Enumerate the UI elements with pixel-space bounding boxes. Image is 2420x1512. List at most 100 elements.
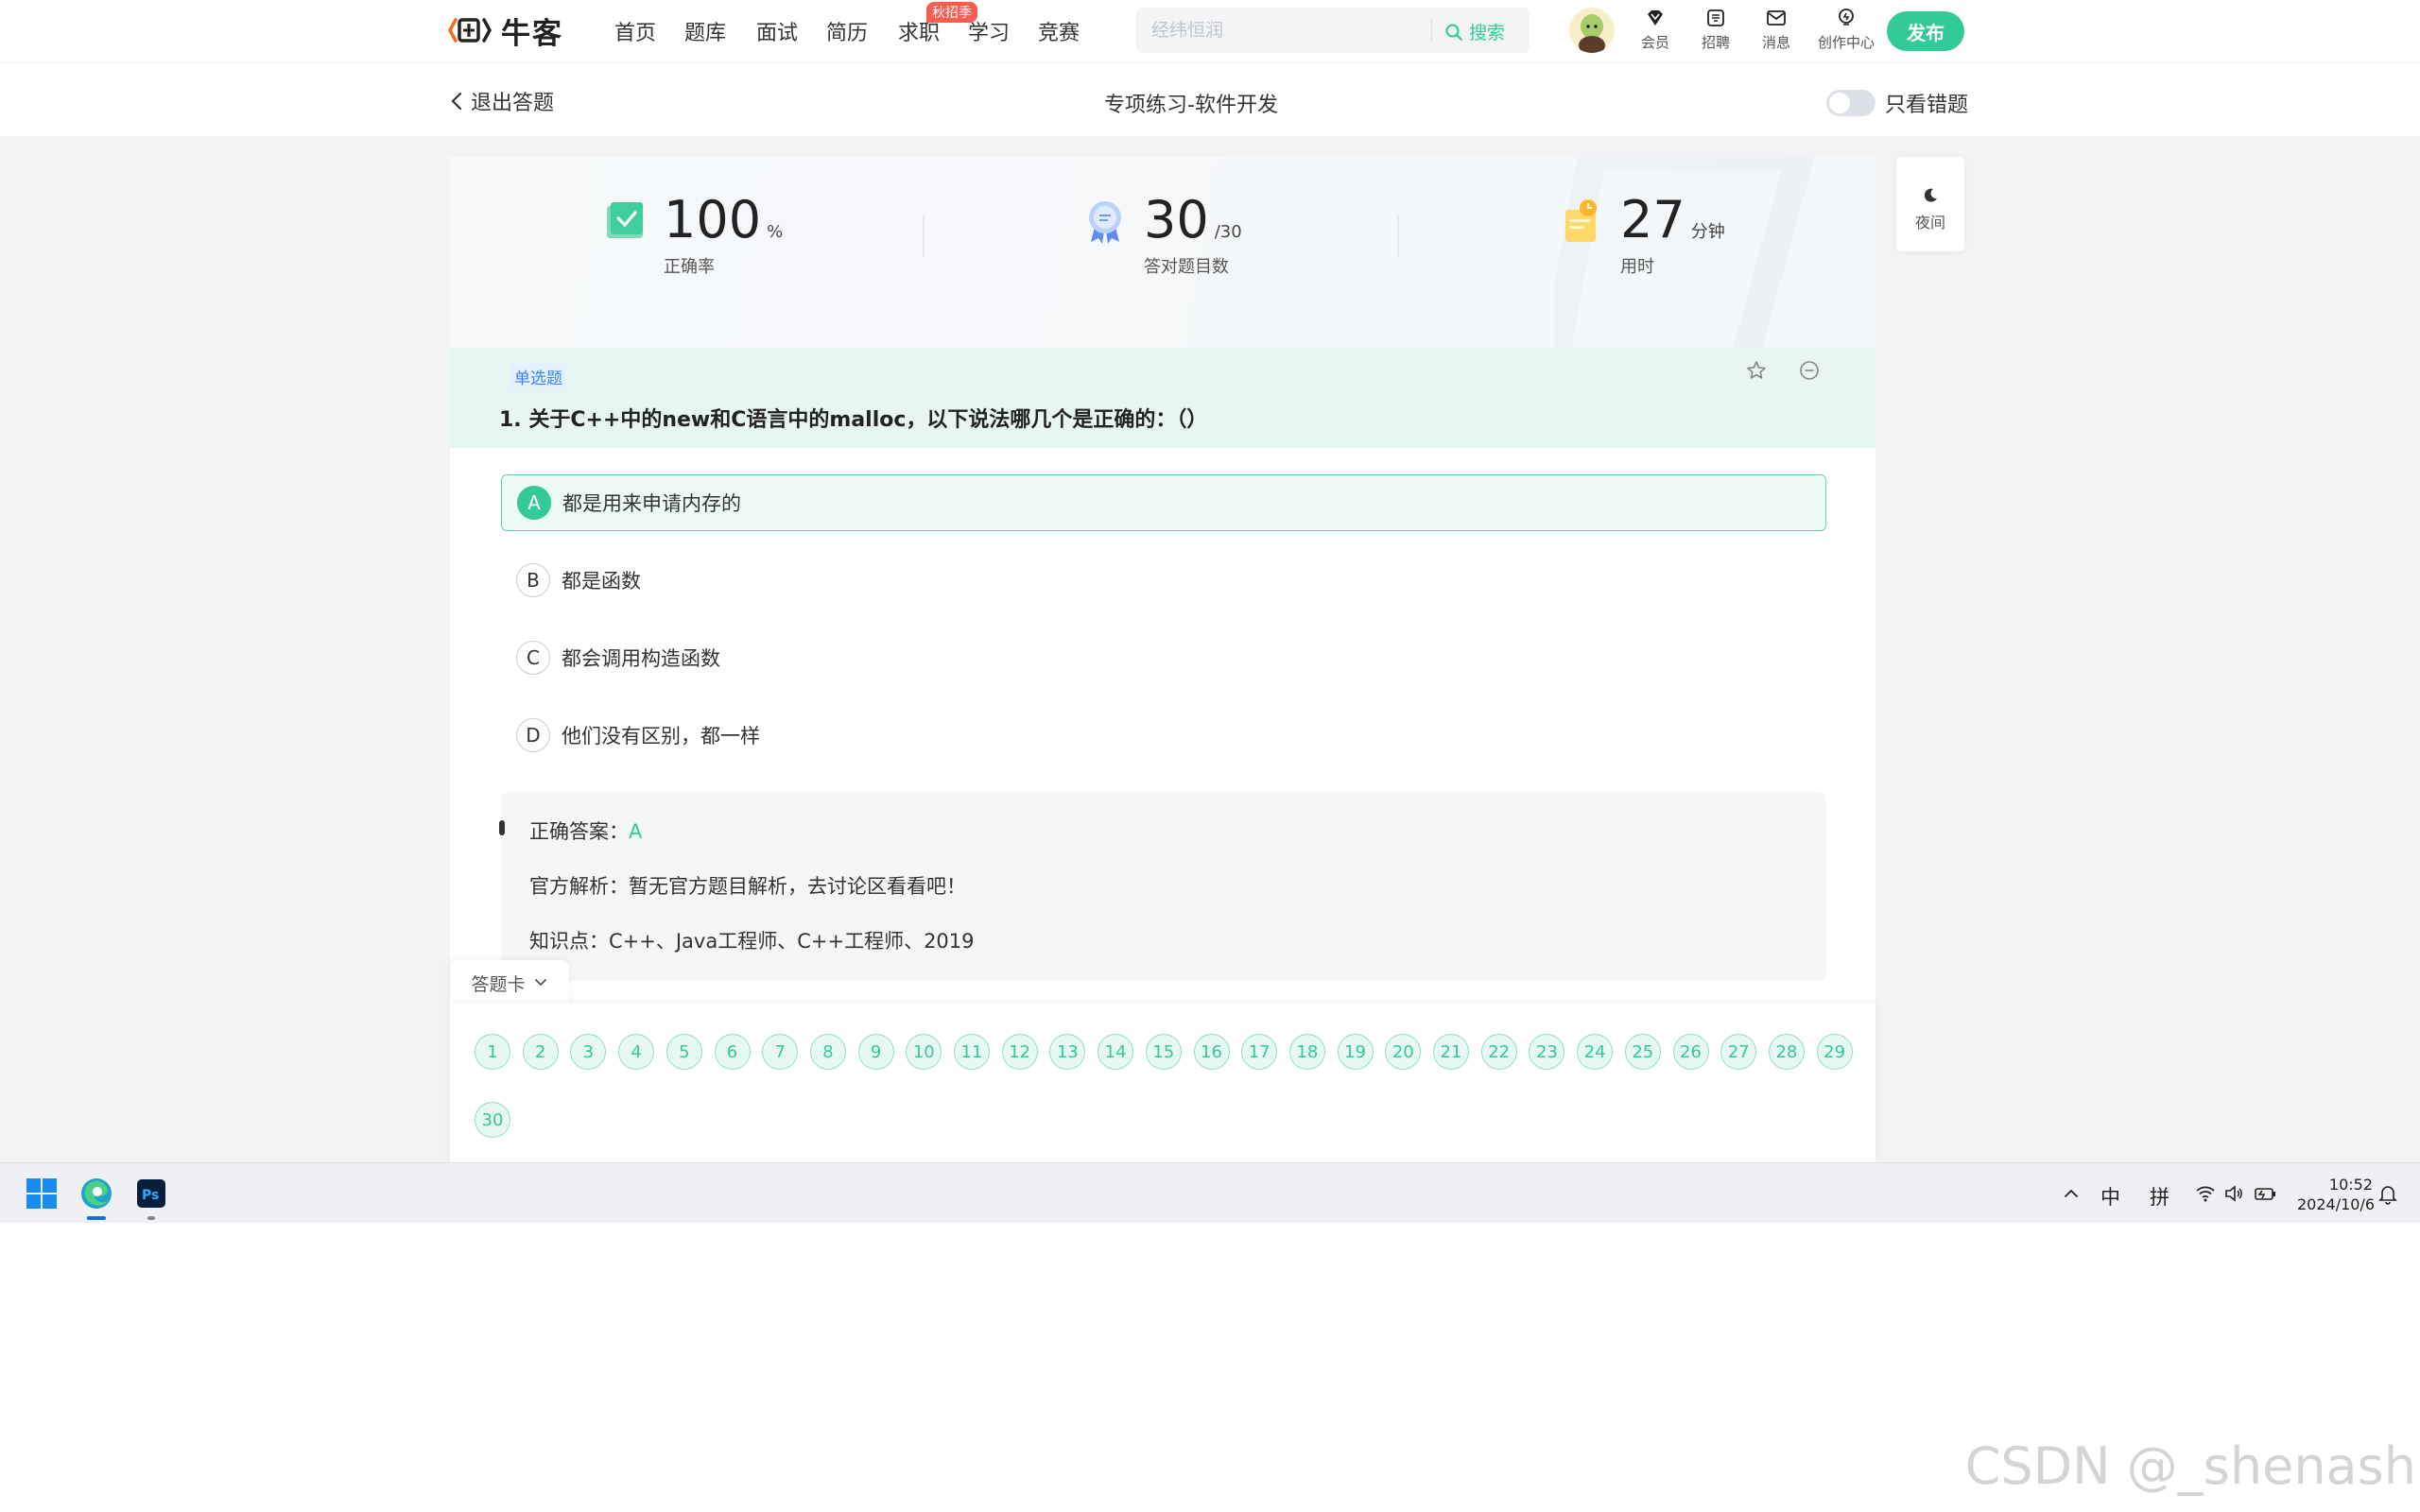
answer-card-number[interactable]: 29 — [1816, 1034, 1853, 1070]
ime-chinese-indicator[interactable]: 中 — [2100, 1182, 2120, 1211]
answer-card-number[interactable]: 20 — [1385, 1034, 1422, 1070]
time-used-value: 27 — [1620, 190, 1685, 249]
photoshop-icon[interactable]: Ps — [136, 1178, 166, 1209]
result-stats: 100% 正确率 30/30 答对题目数 27 分钟 用时 — [450, 157, 1876, 348]
edge-browser-icon[interactable] — [79, 1177, 113, 1211]
mail-icon — [1767, 10, 1786, 26]
nav-resume[interactable]: 简历 — [826, 16, 868, 46]
wrong-only-toggle[interactable]: 只看错题 — [1826, 88, 1968, 118]
nav-question-bank[interactable]: 题库 — [684, 16, 726, 46]
recruit-icon — [1707, 9, 1724, 26]
answer-card-number[interactable]: 2 — [522, 1034, 559, 1070]
logo[interactable]: 牛客 — [448, 11, 563, 51]
option-text: 都会调用构造函数 — [562, 647, 720, 670]
stat-correct-count: 30/30 答对题目数 — [1080, 195, 1242, 278]
chevron-up-icon[interactable] — [2063, 1186, 2080, 1201]
nav-contest[interactable]: 竞赛 — [1038, 16, 1080, 46]
browser-viewport: 牛客 首页 题库 面试 简历 求职 秋招季 学习 竞赛 搜索 — [0, 0, 2420, 1223]
question-type-tag: 单选题 — [510, 363, 566, 390]
night-mode-button[interactable]: 夜间 — [1896, 157, 1964, 251]
option-letter: A — [517, 486, 551, 520]
answer-card-number[interactable]: 24 — [1577, 1034, 1614, 1070]
answer-card-number[interactable]: 8 — [809, 1034, 846, 1070]
avatar[interactable] — [1569, 8, 1615, 53]
wifi-icon[interactable] — [2195, 1184, 2216, 1203]
windows-start-icon[interactable] — [25, 1177, 59, 1211]
ime-pinyin-indicator[interactable]: 拼 — [2150, 1182, 2169, 1211]
nav-interview[interactable]: 面试 — [756, 16, 798, 46]
answer-card-number[interactable]: 21 — [1433, 1034, 1469, 1070]
publish-button[interactable]: 发布 — [1887, 11, 1964, 51]
answer-card-number[interactable]: 1 — [475, 1034, 510, 1070]
search-input[interactable] — [1151, 17, 1426, 43]
answer-card-number[interactable]: 7 — [762, 1034, 799, 1070]
recruit-label: 招聘 — [1701, 34, 1730, 51]
option-letter: D — [516, 718, 550, 752]
search-button-label: 搜索 — [1469, 23, 1506, 43]
answer-analysis: 正确答案：A 官方解析：暂无官方题目解析，去讨论区看看吧！ 知识点：C++、Ja… — [499, 792, 1826, 981]
top-navbar: 牛客 首页 题库 面试 简历 求职 秋招季 学习 竞赛 搜索 — [0, 0, 2420, 62]
star-icon[interactable] — [1745, 359, 1768, 382]
search-button[interactable]: 搜索 — [1444, 19, 1505, 44]
stat-divider — [923, 215, 925, 257]
answer-card-number[interactable]: 13 — [1049, 1034, 1086, 1070]
correct-answer-value: A — [629, 820, 643, 843]
notification-bell-icon[interactable] — [2378, 1184, 2397, 1205]
answer-card-number[interactable]: 22 — [1480, 1034, 1517, 1070]
question-text: 1. 关于C++中的new和C语言中的malloc，以下说法哪几个是正确的：（） — [499, 408, 1208, 432]
nowcoder-logo-icon — [448, 18, 492, 43]
answer-card-number[interactable]: 27 — [1720, 1034, 1757, 1070]
answer-card-number[interactable]: 23 — [1529, 1034, 1565, 1070]
answer-card-number[interactable]: 5 — [666, 1034, 702, 1070]
option-letter: C — [516, 641, 550, 675]
vip-diamond-icon — [1648, 10, 1663, 26]
creator-center-button[interactable]: 创作中心 — [1809, 8, 1883, 52]
answer-card-number[interactable]: 14 — [1098, 1034, 1134, 1070]
logo-text: 牛客 — [501, 16, 563, 51]
answer-card-number[interactable]: 15 — [1145, 1034, 1182, 1070]
answer-card-number[interactable]: 10 — [906, 1034, 942, 1070]
question-header: 单选题 1. 关于C++中的new和C语言中的malloc，以下说法哪几个是正确… — [450, 348, 1876, 448]
chevron-down-icon — [534, 979, 546, 987]
answer-card-number[interactable]: 9 — [857, 1034, 894, 1070]
answer-card-number[interactable]: 19 — [1337, 1034, 1374, 1070]
messages-button[interactable]: 消息 — [1743, 8, 1809, 52]
answer-card-number[interactable]: 11 — [954, 1034, 990, 1070]
answer-card-number[interactable]: 3 — [570, 1034, 607, 1070]
svg-text:Ps: Ps — [142, 1188, 159, 1203]
option-d[interactable]: D 他们没有区别，都一样 — [501, 707, 1826, 764]
answer-card-label: 答题卡 — [471, 973, 526, 995]
member-button[interactable]: 会员 — [1622, 8, 1688, 52]
time-used-label: 用时 — [1620, 257, 1654, 277]
battery-icon[interactable] — [2254, 1184, 2278, 1203]
answer-card-number[interactable]: 16 — [1193, 1034, 1230, 1070]
option-c[interactable]: C 都会调用构造函数 — [501, 629, 1826, 686]
answer-card-number[interactable]: 18 — [1288, 1034, 1325, 1070]
answer-card-number[interactable]: 26 — [1672, 1034, 1709, 1070]
bulb-icon — [1839, 9, 1854, 26]
answer-card-panel: 1 2 3 4 5 6 7 8 9 10 11 12 13 14 15 16 17 18 19 20 21 22 23 24 2… — [450, 1004, 1876, 1162]
answer-card-number[interactable]: 30 — [475, 1102, 510, 1138]
answer-card-number[interactable]: 4 — [618, 1034, 655, 1070]
option-b[interactable]: B 都是函数 — [501, 552, 1826, 609]
system-clock[interactable]: 10:52 2024/10/6 — [2297, 1175, 2375, 1214]
stat-accuracy: 100% 正确率 — [599, 195, 783, 278]
stat-time-used: 27 分钟 用时 — [1556, 195, 1725, 278]
nav-home[interactable]: 首页 — [614, 16, 656, 46]
practice-header: 退出答题 专项练习-软件开发 只看错题 — [0, 62, 2420, 136]
volume-icon[interactable] — [2223, 1184, 2244, 1203]
accuracy-value: 100 — [664, 190, 762, 249]
search-box: 搜索 — [1136, 8, 1530, 53]
nav-study[interactable]: 学习 — [968, 16, 1010, 46]
toggle-switch[interactable] — [1826, 90, 1876, 116]
answer-card-number[interactable]: 17 — [1241, 1034, 1278, 1070]
active-app-indicator — [87, 1216, 106, 1220]
answer-card-tab[interactable]: 答题卡 — [450, 960, 569, 1005]
answer-card-number[interactable]: 25 — [1624, 1034, 1661, 1070]
answer-card-number[interactable]: 12 — [1001, 1034, 1038, 1070]
answer-card-number[interactable]: 28 — [1768, 1034, 1805, 1070]
recruit-button[interactable]: 招聘 — [1683, 8, 1749, 52]
answer-card-number[interactable]: 6 — [714, 1034, 751, 1070]
minus-circle-icon[interactable] — [1798, 359, 1821, 382]
option-a[interactable]: A 都是用来申请内存的 — [501, 474, 1826, 531]
